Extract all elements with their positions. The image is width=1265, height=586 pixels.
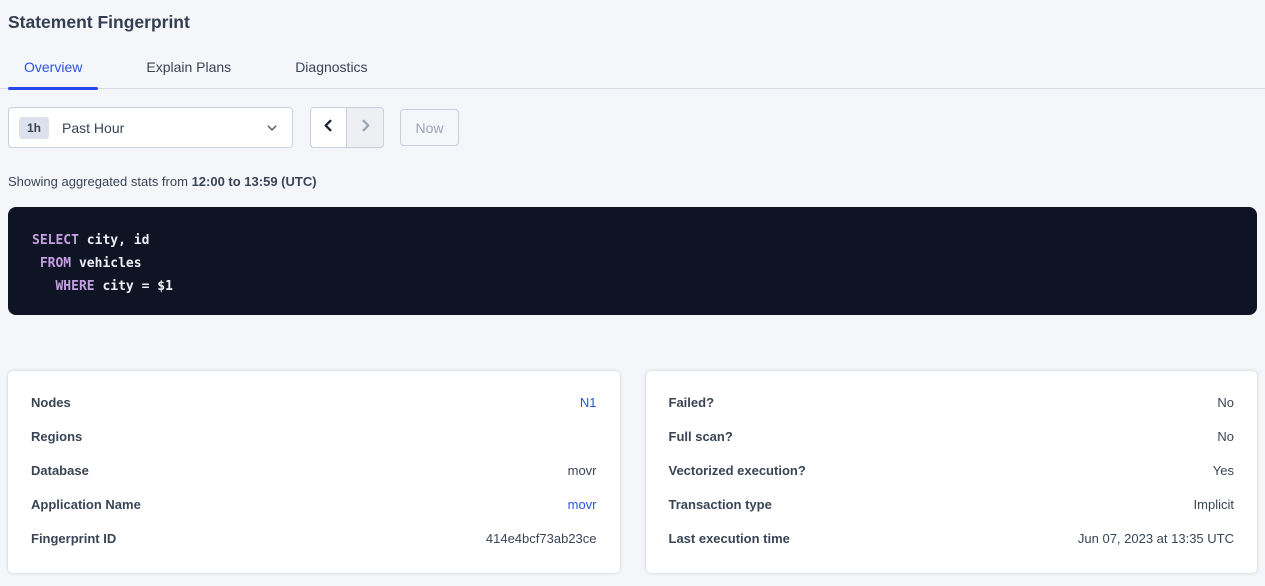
full-scan-value: No bbox=[1217, 429, 1234, 444]
row-nodes-label: Nodes bbox=[31, 395, 71, 410]
row-application-name: Application Name movr bbox=[31, 487, 597, 521]
aggregated-stats-caption: Showing aggregated stats from 12:00 to 1… bbox=[8, 174, 1257, 189]
nodes-link[interactable]: N1 bbox=[580, 395, 597, 410]
time-range-label: Past Hour bbox=[62, 120, 266, 136]
previous-interval-button[interactable] bbox=[311, 108, 347, 147]
tab-overview-label: Overview bbox=[24, 59, 82, 75]
row-fingerprint-id-label: Fingerprint ID bbox=[31, 531, 116, 546]
application-name-link[interactable]: movr bbox=[568, 497, 597, 512]
sql-keyword: FROM bbox=[40, 256, 71, 271]
row-regions-label: Regions bbox=[31, 429, 82, 444]
time-range-badge: 1h bbox=[19, 117, 49, 139]
page-header: Statement Fingerprint bbox=[0, 0, 1265, 33]
row-failed-label: Failed? bbox=[669, 395, 715, 410]
database-value: movr bbox=[568, 463, 597, 478]
caption-prefix: Showing aggregated stats from bbox=[8, 174, 188, 189]
tab-diagnostics[interactable]: Diagnostics bbox=[279, 51, 383, 88]
last-execution-time-value: Jun 07, 2023 at 13:35 UTC bbox=[1078, 531, 1234, 546]
time-controls: 1h Past Hour Now bbox=[8, 107, 1257, 148]
sql-line: WHERE city = $1 bbox=[32, 275, 1233, 298]
failed-value: No bbox=[1217, 395, 1234, 410]
chevron-right-icon bbox=[358, 118, 373, 138]
sql-line: FROM vehicles bbox=[32, 252, 1233, 275]
fingerprint-id-value: 414e4bcf73ab23ce bbox=[486, 531, 597, 546]
row-regions: Regions bbox=[31, 419, 597, 453]
row-database: Database movr bbox=[31, 453, 597, 487]
next-interval-button[interactable] bbox=[347, 108, 383, 147]
row-transaction-type-label: Transaction type bbox=[669, 497, 772, 512]
sql-line: SELECT city, id bbox=[32, 229, 1233, 252]
row-failed: Failed? No bbox=[669, 385, 1235, 419]
row-transaction-type: Transaction type Implicit bbox=[669, 487, 1235, 521]
time-step-button-group bbox=[310, 107, 384, 148]
sql-text: city = $1 bbox=[95, 279, 173, 294]
tab-bar: Overview Explain Plans Diagnostics bbox=[0, 51, 1265, 89]
row-application-name-label: Application Name bbox=[31, 497, 141, 512]
row-vectorized-execution: Vectorized execution? Yes bbox=[669, 453, 1235, 487]
execution-attributes-card: Failed? No Full scan? No Vectorized exec… bbox=[646, 371, 1258, 573]
row-nodes: Nodes N1 bbox=[31, 385, 597, 419]
sql-keyword: SELECT bbox=[32, 233, 79, 248]
summary-cards: Nodes N1 Regions Database movr Applicati… bbox=[8, 371, 1257, 573]
row-fingerprint-id: Fingerprint ID 414e4bcf73ab23ce bbox=[31, 521, 597, 555]
transaction-type-value: Implicit bbox=[1194, 497, 1234, 512]
tab-overview[interactable]: Overview bbox=[8, 51, 98, 88]
caption-time-range: 12:00 to 13:59 (UTC) bbox=[192, 174, 317, 189]
tab-diagnostics-label: Diagnostics bbox=[295, 59, 367, 75]
sql-text: city, id bbox=[79, 233, 149, 248]
now-button[interactable]: Now bbox=[400, 109, 459, 146]
chevron-down-icon bbox=[266, 122, 278, 134]
row-full-scan-label: Full scan? bbox=[669, 429, 733, 444]
row-vectorized-execution-label: Vectorized execution? bbox=[669, 463, 806, 478]
row-full-scan: Full scan? No bbox=[669, 419, 1235, 453]
sql-text: vehicles bbox=[71, 256, 141, 271]
page-title: Statement Fingerprint bbox=[8, 12, 1257, 33]
chevron-left-icon bbox=[321, 118, 336, 138]
vectorized-execution-value: Yes bbox=[1213, 463, 1234, 478]
row-database-label: Database bbox=[31, 463, 89, 478]
tab-explain-plans[interactable]: Explain Plans bbox=[130, 51, 247, 88]
time-range-dropdown[interactable]: 1h Past Hour bbox=[8, 107, 293, 148]
statement-details-card: Nodes N1 Regions Database movr Applicati… bbox=[8, 371, 620, 573]
row-last-execution-time: Last execution time Jun 07, 2023 at 13:3… bbox=[669, 521, 1235, 555]
row-last-execution-time-label: Last execution time bbox=[669, 531, 790, 546]
tab-explain-plans-label: Explain Plans bbox=[146, 59, 231, 75]
sql-keyword: WHERE bbox=[55, 279, 94, 294]
sql-statement-box: SELECT city, id FROM vehicles WHERE city… bbox=[8, 207, 1257, 315]
